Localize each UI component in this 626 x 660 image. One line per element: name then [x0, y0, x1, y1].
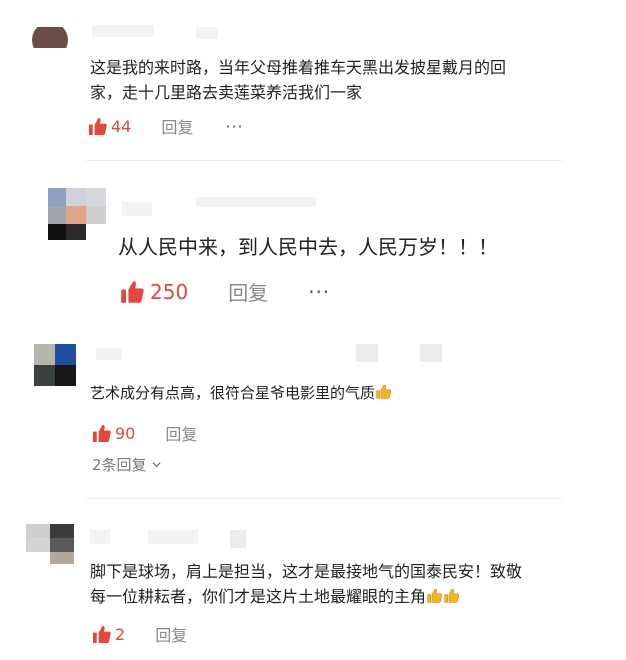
meta-info [356, 344, 378, 362]
comment-text: 脚下是球场，肩上是担当，这才是最接地气的国泰民安！致敬 每一位耕耘者，你们才是这… [90, 560, 522, 612]
more-dots-icon[interactable]: ··· [308, 280, 330, 304]
like-button[interactable]: 90 [92, 424, 135, 443]
avatar[interactable] [26, 524, 74, 564]
like-count: 90 [115, 423, 136, 443]
comment-text-line: 每一位耕耘者，你们才是这片土地最耀眼的主角 [90, 585, 522, 612]
reply-button[interactable]: 回复 [161, 114, 193, 138]
comment-text-content: 每一位耕耘者，你们才是这片土地最耀眼的主角 [90, 586, 427, 606]
username[interactable] [90, 530, 110, 544]
like-count: 44 [111, 116, 132, 136]
username[interactable] [92, 25, 154, 37]
username[interactable] [96, 348, 122, 360]
like-count: 250 [150, 279, 189, 304]
comment-text-content: 艺术成分有点高，很符合星爷电影里的气质 [90, 384, 376, 402]
meta-info [196, 197, 316, 207]
more-dots-icon[interactable]: ··· [225, 117, 243, 136]
avatar[interactable] [34, 344, 76, 386]
thumbs-up-icon [120, 280, 144, 304]
avatar[interactable] [28, 20, 68, 48]
comment-text-line: 从人民中来，到人民中去，人民万岁！！！ [118, 235, 498, 259]
view-replies-button[interactable]: 2条回复 [92, 454, 162, 475]
thumbs-up-emoji [426, 587, 443, 612]
comment-actions: 90 回复 [92, 421, 197, 445]
meta-info [230, 530, 246, 548]
username[interactable] [122, 202, 152, 216]
comment-text: 艺术成分有点高，很符合星爷电影里的气质 [90, 382, 392, 407]
chevron-down-icon [151, 456, 162, 474]
avatar[interactable] [48, 186, 108, 242]
reply-button[interactable]: 回复 [228, 277, 268, 306]
meta-info [196, 27, 218, 39]
thumbs-up-emoji [443, 587, 460, 612]
comment-actions: 2 回复 [92, 622, 187, 646]
comment-text: 这是我的来时路，当年父母推着推车天黑出发披星戴月的回 家，走十几里路去卖莲菜养活… [90, 56, 506, 106]
comment-text-line: 家，走十几里路去卖莲菜养活我们一家 [90, 82, 363, 102]
username[interactable] [148, 530, 198, 544]
meta-info [420, 344, 442, 362]
like-button[interactable]: 250 [120, 280, 188, 304]
reply-button[interactable]: 回复 [155, 622, 187, 646]
thumbs-up-icon [92, 424, 111, 443]
thumbs-up-icon [92, 625, 111, 644]
like-count: 2 [115, 624, 126, 644]
comment-actions: 44 回复 ··· [88, 114, 244, 138]
reply-button[interactable]: 回复 [165, 421, 197, 445]
comment-actions: 250 回复 ··· [120, 277, 330, 306]
thumbs-up-icon [88, 117, 107, 136]
view-replies-label: 2条回复 [92, 456, 147, 474]
comment-text-line: 艺术成分有点高，很符合星爷电影里的气质 [90, 382, 392, 407]
divider [86, 160, 562, 161]
comment-text-line: 脚下是球场，肩上是担当，这才是最接地气的国泰民安！致敬 [90, 562, 523, 581]
thumbs-up-emoji [375, 383, 392, 407]
like-button[interactable]: 2 [92, 625, 125, 644]
comment-text-line: 这是我的来时路，当年父母推着推车天黑出发披星戴月的回 [90, 58, 507, 77]
divider [86, 498, 562, 499]
like-button[interactable]: 44 [88, 117, 131, 136]
comment-text: 从人民中来，到人民中去，人民万岁！！！ [118, 232, 498, 263]
